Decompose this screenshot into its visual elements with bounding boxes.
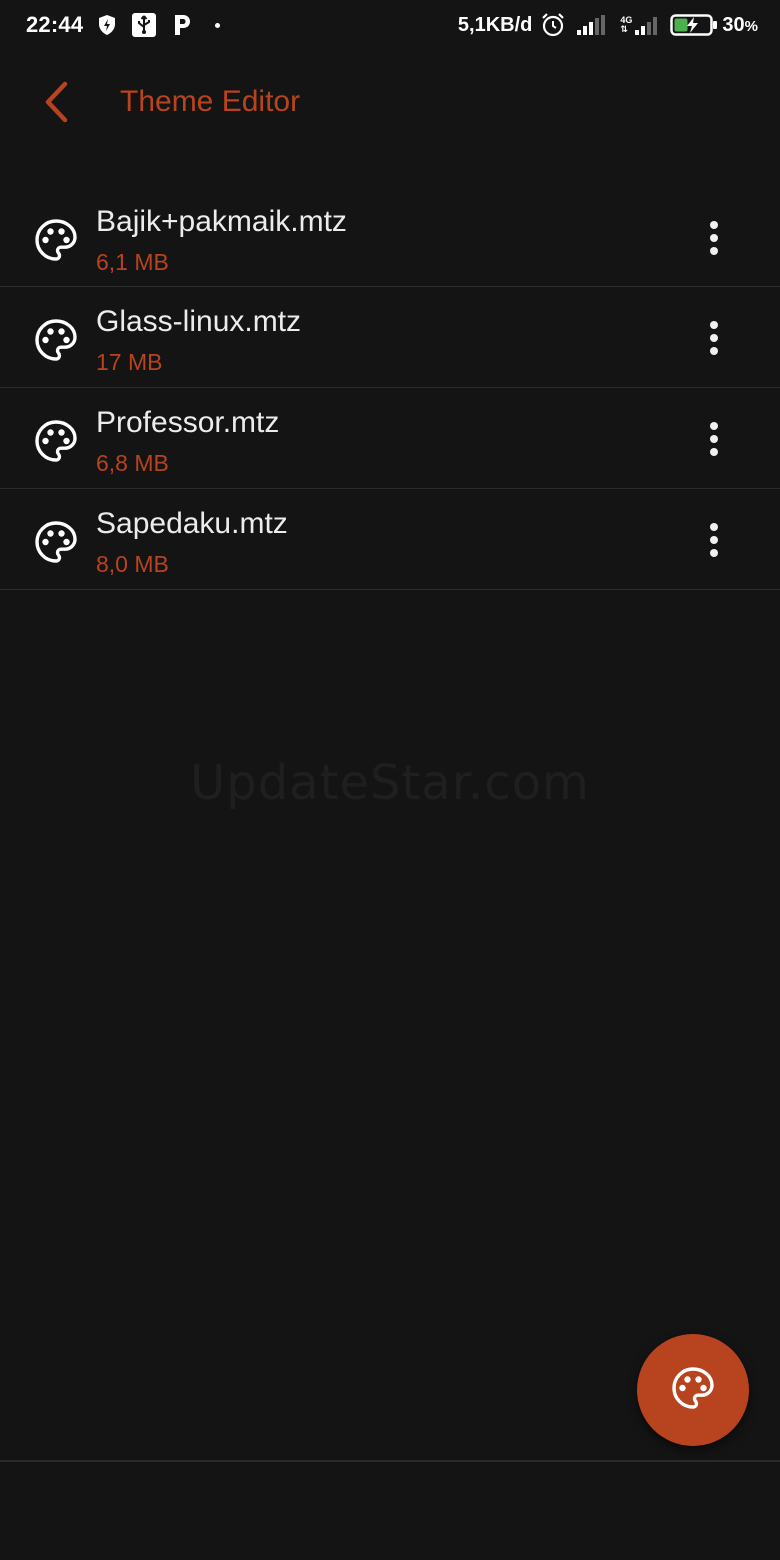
navigation-bar-divider — [0, 1460, 780, 1462]
signal-icon — [576, 14, 606, 36]
palette-icon — [672, 1366, 714, 1414]
data-arrows-icon: ⇅ — [620, 24, 628, 34]
status-bar-right: 5,1KB/d 4G ⇅ 30% — [458, 12, 758, 38]
notification-dot — [215, 22, 221, 28]
file-size: 6,1 MB — [96, 249, 169, 275]
list-item[interactable]: Bajik+pakmaik.mtz 6,1 MB — [0, 187, 780, 287]
palette-icon — [35, 219, 77, 261]
toolbar: Theme Editor — [0, 50, 780, 160]
more-options-icon[interactable] — [694, 317, 734, 359]
battery-percent-unit: % — [744, 17, 758, 35]
battery-charging-icon — [670, 13, 718, 37]
file-size: 8,0 MB — [96, 551, 169, 577]
file-name: Glass-linux.mtz — [96, 305, 302, 338]
network-type: 4G ⇅ — [620, 16, 632, 34]
palette-icon — [35, 319, 77, 361]
signal-4g-icon — [634, 14, 660, 36]
more-options-icon[interactable] — [694, 519, 734, 561]
theme-file-list: Bajik+pakmaik.mtz 6,1 MB Glass-linux.mtz… — [0, 187, 780, 590]
file-name: Sapedaku.mtz — [96, 507, 288, 540]
file-name: Professor.mtz — [96, 406, 280, 439]
status-time: 22:44 — [26, 12, 84, 37]
page-title: Theme Editor — [120, 85, 301, 118]
usb-icon — [131, 12, 157, 38]
list-item[interactable]: Glass-linux.mtz 17 MB — [0, 287, 780, 388]
battery-percent: 30% — [722, 14, 758, 37]
list-item[interactable]: Professor.mtz 6,8 MB — [0, 388, 780, 489]
list-item[interactable]: Sapedaku.mtz 8,0 MB — [0, 489, 780, 590]
new-theme-fab[interactable] — [637, 1334, 749, 1446]
file-size: 17 MB — [96, 349, 163, 375]
watermark: UpdateStar.com — [190, 755, 590, 811]
shield-icon — [97, 14, 117, 36]
file-size: 6,8 MB — [96, 450, 169, 476]
palette-icon — [35, 521, 77, 563]
parking-icon — [171, 13, 193, 37]
more-options-icon[interactable] — [694, 418, 734, 460]
more-options-icon[interactable] — [694, 217, 734, 259]
battery-percent-value: 30 — [722, 13, 745, 36]
network-speed: 5,1KB/d — [457, 13, 533, 36]
back-button[interactable] — [28, 72, 84, 136]
chevron-left-icon — [41, 81, 71, 128]
status-bar-left: 22:44 — [26, 12, 221, 38]
status-bar: 22:44 5,1KB/d 4G ⇅ 30% — [0, 0, 780, 50]
palette-icon — [35, 420, 77, 462]
file-name: Bajik+pakmaik.mtz — [96, 205, 347, 238]
alarm-icon — [540, 12, 566, 38]
